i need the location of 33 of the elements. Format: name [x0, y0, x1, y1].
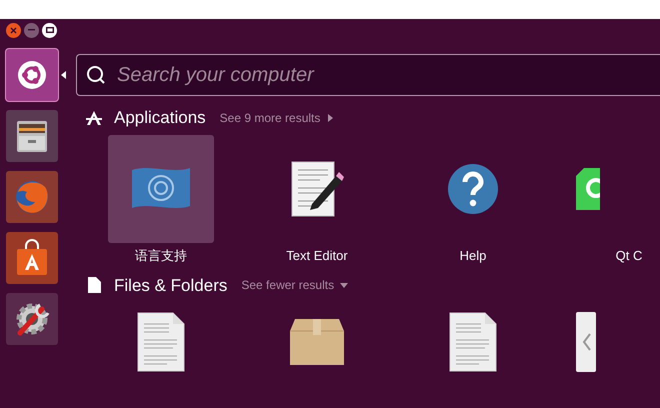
cardboard-box-icon — [289, 317, 345, 367]
section-title: Files & Folders — [114, 274, 228, 296]
see-results-link[interactable]: See fewer results — [241, 276, 348, 294]
search-field[interactable]: Search your computer — [76, 54, 660, 96]
close-icon — [10, 26, 17, 34]
close-button[interactable] — [6, 22, 21, 38]
ubuntu-logo-icon — [17, 60, 47, 90]
active-pointer-icon — [61, 71, 66, 79]
applications-icon — [86, 110, 102, 125]
question-mark-icon — [447, 162, 499, 214]
file-cabinet-icon — [14, 118, 50, 154]
see-results-link[interactable]: See 9 more results — [220, 108, 334, 127]
text-document-icon — [449, 312, 497, 372]
text-document-icon — [137, 312, 185, 372]
app-tile[interactable] — [108, 134, 214, 242]
launcher-item[interactable] — [6, 49, 58, 101]
minimize-icon — [28, 29, 35, 31]
app-label: Qt C — [616, 246, 642, 265]
document-pencil-icon — [290, 160, 344, 218]
fox-globe-icon — [13, 178, 51, 216]
document-icon — [88, 277, 100, 294]
maximize-icon — [46, 27, 54, 33]
launcher-item[interactable] — [6, 293, 58, 345]
shopping-bag-icon — [14, 239, 50, 277]
launcher-item[interactable] — [6, 232, 58, 284]
search-icon — [86, 65, 106, 85]
maximize-button[interactable] — [42, 22, 57, 38]
app-label: Help — [460, 246, 486, 265]
app-label: Text Editor — [286, 246, 348, 265]
app-label: 语言支持 — [135, 246, 187, 265]
section-title: Applications — [114, 107, 206, 129]
q-logo-icon — [576, 168, 600, 210]
launcher-item[interactable] — [6, 110, 58, 162]
